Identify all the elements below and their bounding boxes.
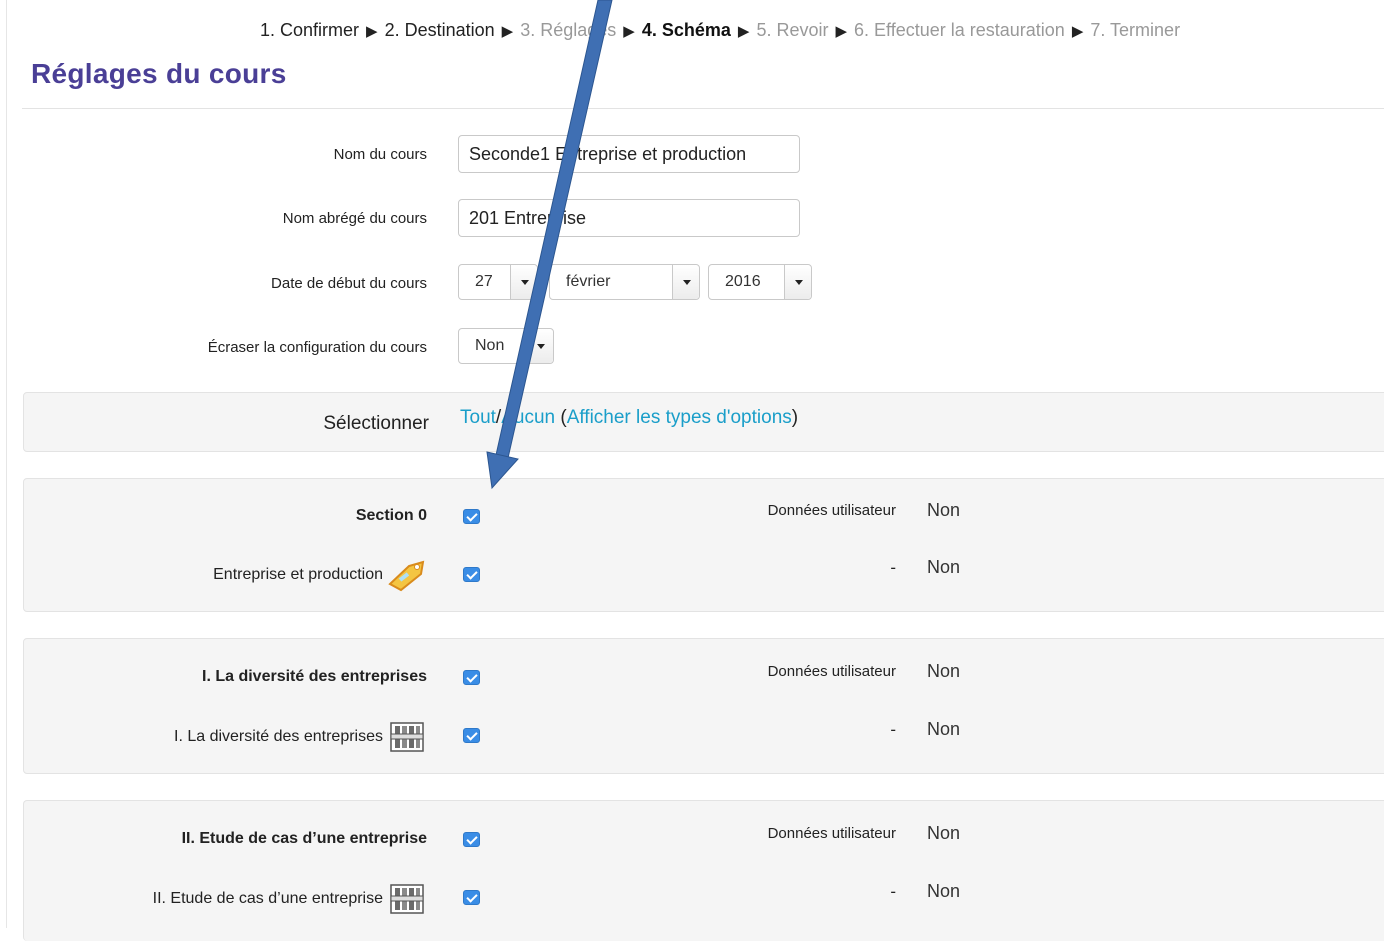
step-finish: 7. Terminer — [1090, 20, 1181, 40]
user-data-label: Données utilisateur — [767, 825, 896, 842]
step-schema: 4. Schéma — [641, 20, 731, 40]
activity-label: II. Etude de cas d’une entreprise — [152, 890, 383, 907]
step-separator-icon: ▶ — [366, 23, 378, 40]
activity-dash: - — [890, 558, 896, 577]
section-include-checkbox[interactable] — [463, 670, 480, 685]
step-confirm: 1. Confirmer — [260, 20, 360, 40]
step-separator-icon: ▶ — [835, 23, 848, 40]
section-panel — [23, 800, 1384, 941]
section-title: I. La diversité des entreprises — [202, 668, 427, 685]
course-name-input[interactable]: Seconde1 Entreprise et production — [458, 135, 800, 173]
page-left-border — [6, 0, 7, 928]
start-day-select[interactable]: 27 — [458, 264, 538, 300]
chevron-down-icon — [526, 329, 553, 363]
overwrite-config-select[interactable]: Non — [458, 328, 554, 364]
activity-label: I. La diversité des entreprises — [174, 728, 383, 745]
section-title: Section 0 — [355, 507, 427, 524]
start-day-value: 27 — [475, 273, 493, 290]
step-separator-icon: ▶ — [737, 23, 750, 40]
activity-label: Entreprise et production — [213, 566, 383, 583]
restore-stepper: 1. Confirmer ▶ 2. Destination ▶ 3. Réglages ▶… — [260, 20, 1180, 41]
step-destination: 2. Destination — [384, 20, 495, 40]
step-separator-icon: ▶ — [501, 23, 514, 40]
book-icon — [387, 720, 427, 754]
page-title: Réglages du cours — [31, 58, 287, 89]
user-data-label: Données utilisateur — [767, 663, 896, 680]
activity-include-checkbox[interactable] — [463, 728, 480, 743]
activity-label-row: II. Etude de cas d’une entreprise — [153, 882, 427, 916]
start-date-label: Date de début du cours — [271, 275, 427, 292]
step-separator-icon: ▶ — [1071, 23, 1084, 40]
start-year-value: 2016 — [725, 273, 761, 290]
start-month-value: février — [566, 273, 611, 290]
overwrite-config-value: Non — [475, 337, 505, 354]
section-include-checkbox[interactable] — [463, 832, 480, 847]
title-divider — [22, 108, 1384, 109]
section-include-checkbox[interactable] — [463, 509, 480, 524]
course-name-label: Nom du cours — [333, 146, 427, 163]
show-option-types-link[interactable]: Afficher les types d'options — [567, 407, 792, 428]
step-review: 5. Revoir — [756, 20, 829, 40]
short-name-input[interactable]: 201 Entreprise — [458, 199, 800, 237]
section-title: II. Etude de cas d’une entreprise — [181, 830, 427, 847]
user-data-value: Non — [927, 661, 961, 681]
activity-label-row: Entreprise et production — [213, 558, 427, 592]
activity-label-row: I. La diversité des entreprises — [174, 720, 427, 754]
short-name-label: Nom abrégé du cours — [282, 210, 427, 227]
overwrite-config-label: Écraser la configuration du cours — [207, 339, 427, 356]
activity-user-data-value: Non — [927, 881, 961, 901]
start-month-select[interactable]: février — [549, 264, 700, 300]
activity-dash: - — [890, 882, 896, 901]
select-all-link[interactable]: Tout — [460, 407, 496, 428]
activity-include-checkbox[interactable] — [463, 890, 480, 905]
paren-close: ) — [791, 407, 799, 428]
activity-include-checkbox[interactable] — [463, 567, 480, 582]
start-year-select[interactable]: 2016 — [708, 264, 812, 300]
chevron-down-icon — [510, 265, 537, 299]
chevron-down-icon — [784, 265, 811, 299]
user-data-label: Données utilisateur — [767, 502, 896, 519]
label-tag-icon — [387, 558, 427, 592]
activity-dash: - — [890, 720, 896, 739]
user-data-value: Non — [927, 823, 961, 843]
select-links: Tout/Aucun (Afficher les types d'options… — [460, 407, 798, 429]
activity-user-data-value: Non — [927, 719, 961, 739]
user-data-value: Non — [927, 500, 961, 520]
step-settings: 3. Réglages — [520, 20, 617, 40]
select-label: Sélectionner — [323, 413, 429, 434]
step-restore: 6. Effectuer la restauration — [854, 20, 1065, 40]
chevron-down-icon — [672, 265, 699, 299]
book-icon — [387, 882, 427, 916]
step-separator-icon: ▶ — [623, 23, 635, 40]
select-none-link[interactable]: Aucun — [501, 407, 555, 428]
activity-user-data-value: Non — [927, 557, 961, 577]
